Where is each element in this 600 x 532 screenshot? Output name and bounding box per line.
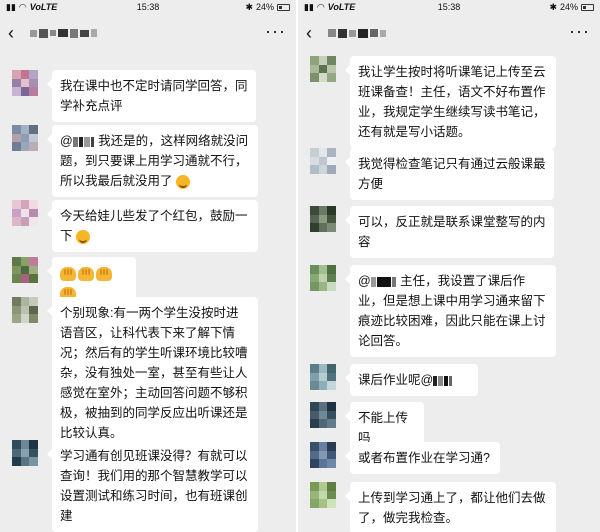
grin-emoji-icon <box>176 174 190 189</box>
message: 或者布置作业在学习通? <box>310 442 500 474</box>
back-arrow-icon[interactable]: ‹ <box>306 23 328 44</box>
status-bar: ▮▮ ◠ VoLTE 15:38 ✱ 24% <box>298 0 600 14</box>
message-text: 学习通有创见班课没得？有就可以查询！我们用的那个智慧教学可以设置测试和练习时间，… <box>60 449 248 523</box>
message-text: 上传到学习通上了，都让他们去做了，做完我检查。 <box>358 491 546 525</box>
clap-emoji-icon <box>78 266 94 281</box>
message: 课后作业呢@ <box>310 364 478 396</box>
clap-emoji-icon <box>96 266 112 281</box>
message: 我让学生按时将听课笔记上传至云班课备查！主任，语文不好布置作业，我规定学生继续写… <box>310 56 556 148</box>
message-bubble[interactable]: 上传到学习通上了，都让他们去做了，做完我检查。 <box>345 482 556 532</box>
clock: 15:38 <box>437 2 461 12</box>
bluetooth-icon: ✱ <box>245 1 253 12</box>
mention-text: @ <box>60 134 73 148</box>
message: 可以，反正就是联系课堂整写的内容 <box>310 206 554 258</box>
battery-icon <box>581 3 595 11</box>
mention-text: @ <box>358 274 371 288</box>
message-bubble[interactable]: @ 我还是的，这样网络就没问题，到只要课上用学习通就不行，所以我最后就没用了 <box>47 125 258 197</box>
message-bubble[interactable]: 课后作业呢@ <box>345 364 478 396</box>
chat-title-redacted <box>328 28 386 38</box>
message-bubble[interactable]: 个别现象:有一两个学生没按时进语音区，让科代表下来了解下情况；然后有的学生听课环… <box>47 297 258 449</box>
carrier-label: VoLTE <box>29 2 58 12</box>
avatar[interactable] <box>12 297 38 323</box>
message: 学习通有创见班课没得？有就可以查询！我们用的那个智慧教学可以设置测试和练习时间，… <box>12 440 258 532</box>
smile-emoji-icon <box>76 229 90 244</box>
more-options-icon[interactable]: ··· <box>569 22 590 40</box>
message-bubble[interactable]: 我在课中也不定时请同学回答，同学补充点评 <box>47 70 256 122</box>
battery-percent: 24% <box>560 2 579 12</box>
message-text: 我让学生按时将听课笔记上传至云班课备查！主任，语文不好布置作业，我规定学生继续写… <box>358 65 546 139</box>
back-arrow-icon[interactable]: ‹ <box>8 23 30 44</box>
wifi-icon: ◠ <box>316 1 325 12</box>
message: 个别现象:有一两个学生没按时进语音区，让科代表下来了解下情况；然后有的学生听课环… <box>12 297 258 449</box>
status-bar: ▮▮ ◠ VoLTE 15:38 ✱ 24% <box>0 0 296 14</box>
avatar[interactable] <box>310 364 336 390</box>
message-bubble[interactable]: 学习通有创见班课没得？有就可以查询！我们用的那个智慧教学可以设置测试和练习时间，… <box>47 440 258 532</box>
avatar[interactable] <box>310 206 336 232</box>
message-bubble[interactable]: 我觉得检查笔记只有通过云般课最方便 <box>345 148 554 200</box>
chat-header: ‹ ··· <box>298 14 600 52</box>
message-bubble[interactable]: 可以，反正就是联系课堂整写的内容 <box>345 206 554 258</box>
avatar[interactable] <box>12 70 38 96</box>
message-text: 我在课中也不定时请同学回答，同学补充点评 <box>60 79 248 113</box>
redacted-name <box>433 375 453 386</box>
avatar[interactable] <box>310 482 336 508</box>
chat-screen-left: ▮▮ ◠ VoLTE 15:38 ✱ 24% ‹ ··· 我在课中也不定时请同学… <box>0 0 298 532</box>
signal-icon: ▮▮ <box>6 1 16 12</box>
avatar[interactable] <box>310 442 336 468</box>
screenshot-pair: ▮▮ ◠ VoLTE 15:38 ✱ 24% ‹ ··· 我在课中也不定时请同学… <box>0 0 600 532</box>
signal-icon: ▮▮ <box>304 1 314 12</box>
message: @ 我还是的，这样网络就没问题，到只要课上用学习通就不行，所以我最后就没用了 <box>12 125 258 197</box>
message-text: 可以，反正就是联系课堂整写的内容 <box>358 215 546 249</box>
more-options-icon[interactable]: ··· <box>265 22 286 40</box>
redacted-name <box>72 136 95 147</box>
bluetooth-icon: ✱ <box>549 1 557 12</box>
redacted-name <box>370 276 397 287</box>
clock: 15:38 <box>136 2 160 12</box>
chat-title-redacted <box>30 28 97 38</box>
message: 我在课中也不定时请同学回答，同学补充点评 <box>12 70 256 122</box>
message-bubble[interactable]: @ 主任，我设置了课后作业，但是想上课中用学习通来留下痕迹比较困难，因此只能在课… <box>345 265 556 357</box>
message: 上传到学习通上了，都让他们去做了，做完我检查。 <box>310 482 556 532</box>
avatar[interactable] <box>310 402 336 428</box>
message: @ 主任，我设置了课后作业，但是想上课中用学习通来留下痕迹比较困难，因此只能在课… <box>310 265 556 357</box>
avatar[interactable] <box>12 200 38 226</box>
message-bubble[interactable]: 今天给娃儿些发了个红包，鼓励一下 <box>47 200 258 252</box>
message-list: 我让学生按时将听课笔记上传至云班课备查！主任，语文不好布置作业，我规定学生继续写… <box>298 52 600 532</box>
message-bubble[interactable]: 我让学生按时将听课笔记上传至云班课备查！主任，语文不好布置作业，我规定学生继续写… <box>345 56 556 148</box>
message-text: 个别现象:有一两个学生没按时进语音区，让科代表下来了解下情况；然后有的学生听课环… <box>60 306 248 440</box>
battery-icon <box>277 3 291 11</box>
avatar[interactable] <box>310 56 336 82</box>
clap-emoji-icon <box>60 266 76 281</box>
message-bubble[interactable]: 或者布置作业在学习通? <box>345 442 500 474</box>
chat-header: ‹ ··· <box>0 14 296 52</box>
avatar[interactable] <box>12 257 38 283</box>
message: 今天给娃儿些发了个红包，鼓励一下 <box>12 200 258 252</box>
message-text: 课后作业呢@ <box>358 373 434 387</box>
avatar[interactable] <box>310 148 336 174</box>
avatar[interactable] <box>310 265 336 291</box>
message: 我觉得检查笔记只有通过云般课最方便 <box>310 148 554 200</box>
wifi-icon: ◠ <box>18 1 27 12</box>
message-list: 我在课中也不定时请同学回答，同学补充点评 @ 我还是的，这样网络就没问题，到只要… <box>0 52 296 532</box>
message-text: 我觉得检查笔记只有通过云般课最方便 <box>358 157 546 191</box>
carrier-label: VoLTE <box>327 2 356 12</box>
battery-percent: 24% <box>256 2 275 12</box>
avatar[interactable] <box>12 125 38 151</box>
message-text: 或者布置作业在学习通? <box>358 451 490 465</box>
avatar[interactable] <box>12 440 38 466</box>
message-text: 不能上传吗 <box>358 411 409 445</box>
chat-screen-right: ▮▮ ◠ VoLTE 15:38 ✱ 24% ‹ ··· 我让学生按时将听课笔记… <box>298 0 600 532</box>
